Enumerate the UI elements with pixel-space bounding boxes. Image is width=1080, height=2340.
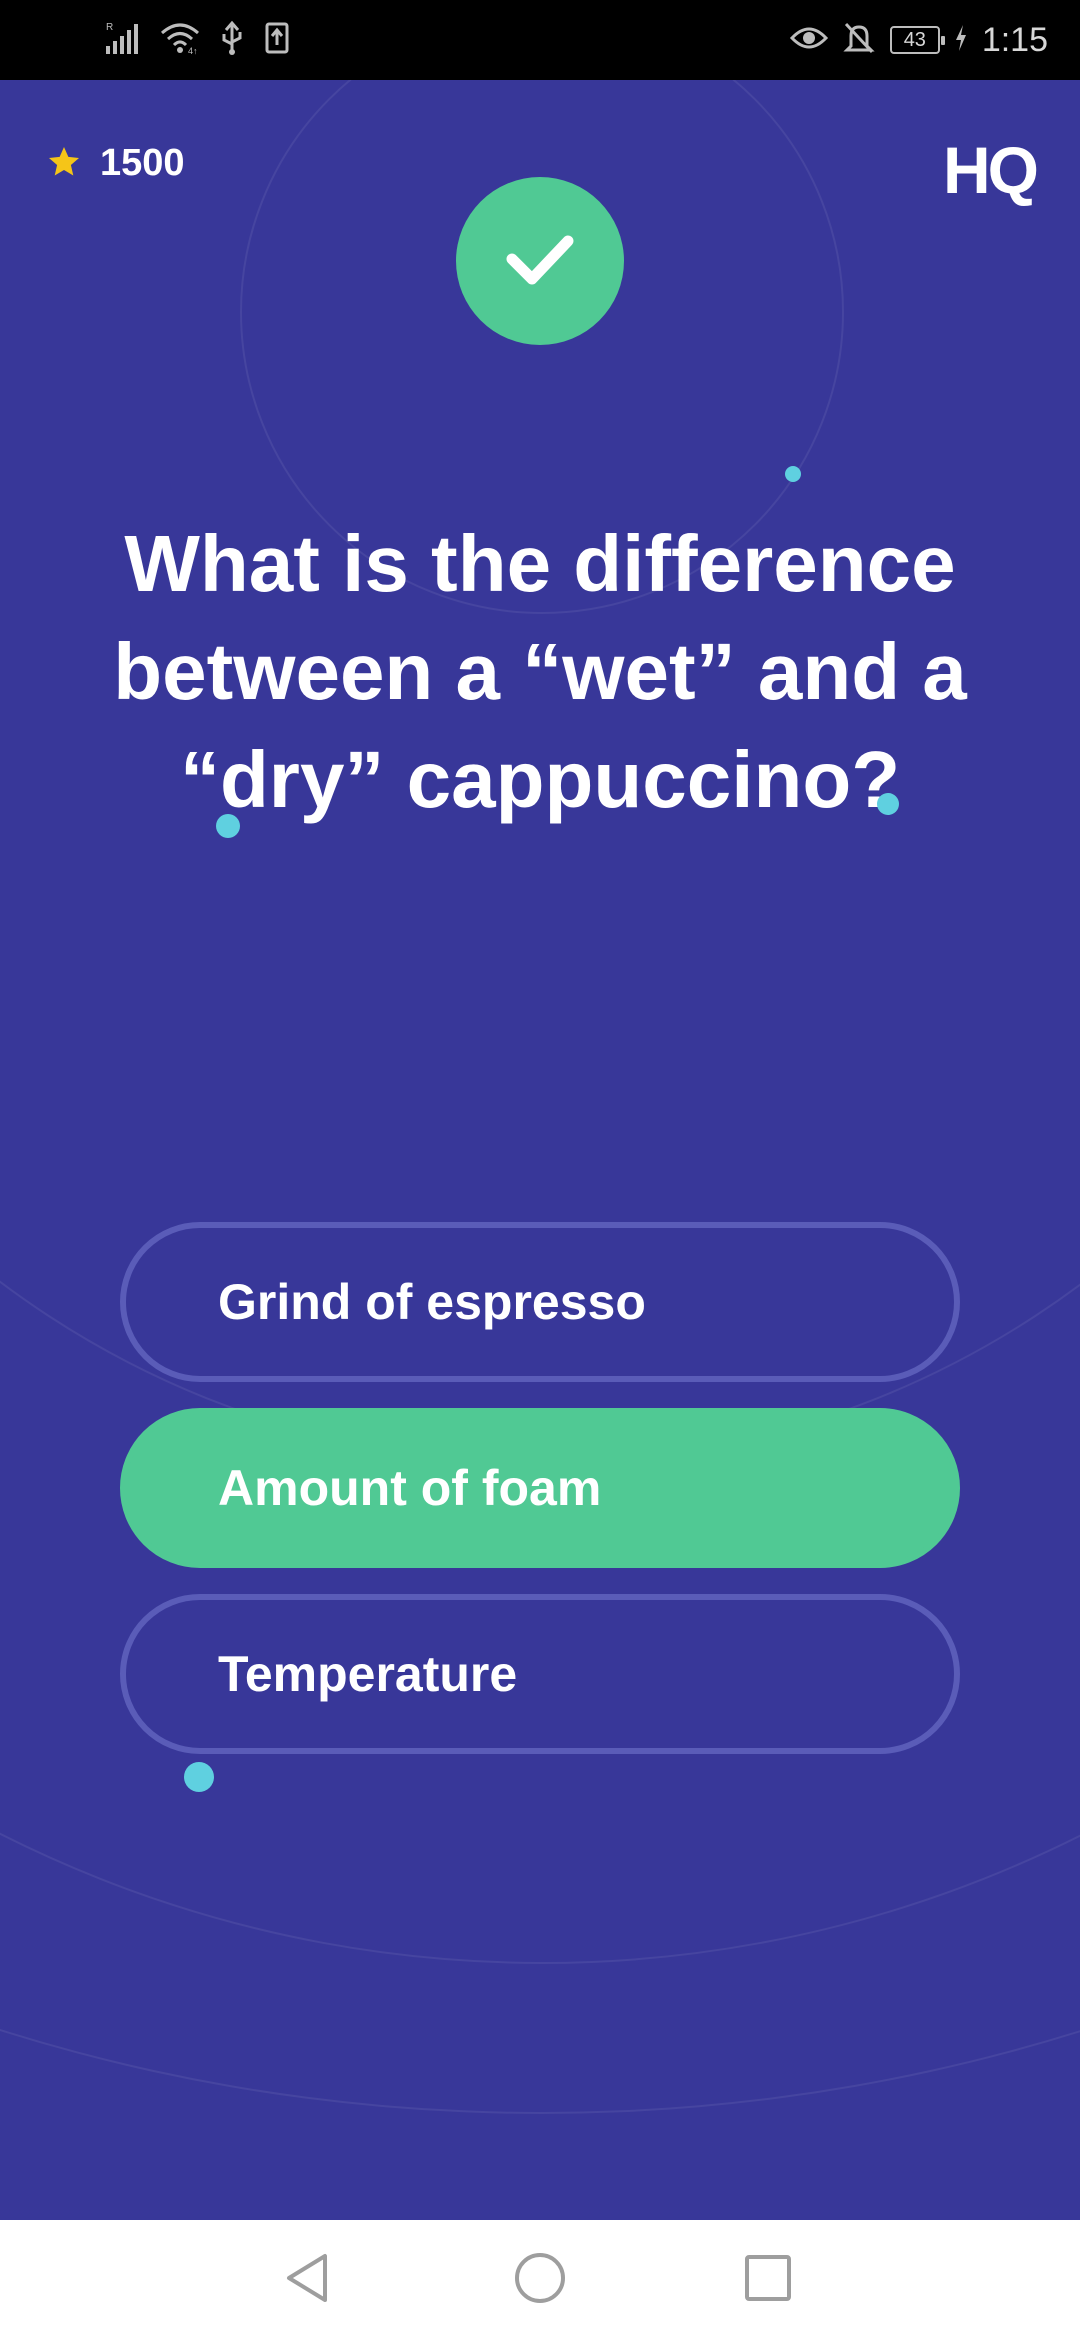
answer-label: Temperature — [218, 1646, 518, 1702]
checkmark-icon — [500, 219, 580, 303]
home-button[interactable] — [510, 2250, 570, 2310]
status-time: 1:15 — [981, 20, 1048, 59]
answer-option[interactable]: Temperature — [120, 1594, 960, 1754]
recents-button[interactable] — [738, 2250, 798, 2310]
upload-icon — [264, 21, 290, 59]
game-area: 1500 HQ What is the difference between a… — [0, 80, 1080, 2220]
back-icon — [283, 2251, 333, 2309]
recents-icon — [743, 2253, 793, 2307]
answer-option-correct[interactable]: Amount of foam — [120, 1408, 960, 1568]
question-text: What is the difference between a “wet” a… — [113, 519, 967, 824]
background-ring — [0, 80, 1080, 2114]
decorative-dot — [877, 793, 899, 815]
answer-label: Grind of espresso — [218, 1274, 646, 1330]
eye-icon — [789, 24, 828, 56]
usb-icon — [220, 20, 244, 60]
answer-option[interactable]: Grind of espresso — [120, 1222, 960, 1382]
back-button[interactable] — [278, 2250, 338, 2310]
wifi-icon: 4↑ — [160, 21, 200, 59]
notifications-off-icon — [842, 20, 876, 60]
svg-text:R: R — [106, 22, 113, 33]
correct-indicator — [456, 177, 624, 345]
decorative-dot — [785, 466, 801, 482]
decorative-dot — [216, 814, 240, 838]
star-icon — [46, 144, 82, 184]
navigation-bar — [0, 2220, 1080, 2340]
hq-logo: HQ — [943, 133, 1039, 207]
charging-icon — [954, 24, 968, 56]
status-right-icons: 43 1:15 — [789, 14, 1048, 66]
home-icon — [513, 2251, 567, 2309]
signal-icon: R — [104, 20, 140, 60]
hq-trivia-screen: R 4↑ 43 1:15 1500 HQ What is the differe… — [0, 0, 1080, 2340]
status-left-icons: R 4↑ — [104, 18, 290, 62]
battery-icon: 43 — [889, 26, 945, 54]
score-display: 1500 — [46, 142, 185, 185]
status-bar: R 4↑ 43 1:15 — [0, 0, 1080, 80]
score-value: 1500 — [100, 142, 185, 184]
answer-label: Amount of foam — [218, 1460, 602, 1516]
svg-text:4↑: 4↑ — [188, 46, 198, 55]
answer-list: Grind of espresso Amount of foam Tempera… — [120, 1222, 960, 1780]
